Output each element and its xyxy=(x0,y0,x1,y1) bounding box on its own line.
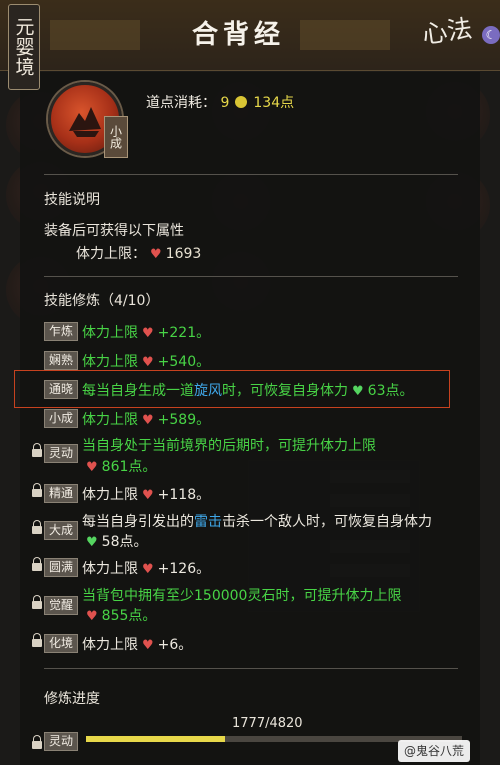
lock-icon xyxy=(32,443,42,457)
heart-icon: ♥ xyxy=(142,326,154,341)
progress-fill xyxy=(86,736,225,742)
header-decoration xyxy=(300,20,390,50)
effect-text: 每当自身生成一道 xyxy=(82,383,194,399)
effect-text: 体力上限 xyxy=(82,354,138,370)
stat-value: 1693 xyxy=(165,246,202,262)
description-lead: 装备后可获得以下属性 xyxy=(44,223,184,239)
level-tag: 化境 xyxy=(44,634,78,653)
effect-value: +126。 xyxy=(157,561,211,577)
divider xyxy=(44,276,458,277)
effect-keyword: 雷击 xyxy=(194,514,222,530)
level-effect-value: ♥ 861点。 xyxy=(82,456,156,476)
effect-value: 855点。 xyxy=(101,608,157,624)
heart-icon: ♥ xyxy=(86,609,98,624)
level-effect: 体力上限 ♥ +126。 xyxy=(82,558,210,578)
level-effect: 当自身处于当前境界的后期时，可提升体力上限 xyxy=(82,438,376,454)
heart-icon: ♥ xyxy=(142,355,154,370)
divider xyxy=(44,668,458,669)
level-effect: 体力上限 ♥ +118。 xyxy=(82,484,210,504)
level-effect: 当背包中拥有至少150000灵石时，可提升体力上限 xyxy=(82,588,402,604)
level-tag: 乍炼 xyxy=(44,322,78,341)
level-tag: 灵动 xyxy=(44,444,78,463)
effect-text: 每当自身引发出的 xyxy=(82,514,194,530)
level-tag: 大成 xyxy=(44,521,78,540)
heart-icon: ♥ xyxy=(142,638,154,653)
brand-calligraphy: 心法 xyxy=(420,13,474,50)
realm-tag: 元婴境 xyxy=(8,4,40,90)
level-tag: 圆满 xyxy=(44,558,78,577)
level-tag: 娴熟 xyxy=(44,351,78,370)
heart-icon: ♥ xyxy=(86,535,98,550)
progress-title: 修炼进度 xyxy=(44,691,100,707)
level-effect-value: ♥ 855点。 xyxy=(82,605,156,625)
rank-badge: 小成 xyxy=(104,116,128,158)
heart-icon: ♥ xyxy=(352,384,364,399)
heart-icon: ♥ xyxy=(142,562,154,577)
lock-icon xyxy=(32,557,42,571)
level-effect: 体力上限 ♥ +540。 xyxy=(82,351,210,371)
effect-text: 体力上限 xyxy=(82,637,138,653)
level-tag: 觉醒 xyxy=(44,596,78,615)
level-tag: 通晓 xyxy=(44,380,78,399)
window-header: 合背经 心法 ☾ xyxy=(0,0,500,71)
effect-text: 体力上限 xyxy=(82,412,138,428)
cost-label: 道点消耗： xyxy=(146,95,216,111)
coin-value: 9 xyxy=(220,95,230,111)
effect-text: 体力上限 xyxy=(82,325,138,341)
heart-icon: ♥ xyxy=(150,247,162,262)
lock-icon xyxy=(32,735,42,749)
effect-keyword: 旋风 xyxy=(194,383,222,399)
lock-icon xyxy=(32,595,42,609)
heart-icon: ♥ xyxy=(142,488,154,503)
watermark: @鬼谷八荒 xyxy=(398,740,471,762)
level-effect: 每当自身引发出的雷击击杀一个敌人时，可恢复自身体力 xyxy=(82,511,432,531)
effect-value: +221。 xyxy=(157,325,211,341)
effect-value: +118。 xyxy=(157,487,211,503)
level-tag: 小成 xyxy=(44,409,78,428)
header-decoration xyxy=(50,20,140,50)
divider xyxy=(44,174,458,175)
effect-value: +6。 xyxy=(157,637,193,653)
level-effect: 体力上限 ♥ +589。 xyxy=(82,409,210,429)
effect-text: 时，可恢复自身体力 xyxy=(222,383,348,399)
heart-icon: ♥ xyxy=(142,413,154,428)
heart-icon: ♥ xyxy=(86,460,98,475)
training-title: 技能修炼（4/10） xyxy=(44,293,160,309)
moon-icon[interactable]: ☾ xyxy=(482,26,500,44)
level-effect: 体力上限 ♥ +6。 xyxy=(82,634,192,654)
lock-icon xyxy=(32,633,42,647)
lock-icon xyxy=(32,520,42,534)
effect-value: 861点。 xyxy=(101,459,157,475)
effect-text: 体力上限 xyxy=(82,561,138,577)
page-title: 合背经 xyxy=(192,20,286,50)
stat-label: 体力上限： xyxy=(76,246,146,262)
effect-value: +589。 xyxy=(157,412,211,428)
level-effect: 每当自身生成一道旋风时，可恢复自身体力 ♥ 63点。 xyxy=(82,380,413,400)
description-title: 技能说明 xyxy=(44,192,100,208)
level-tag: 精通 xyxy=(44,484,78,503)
progress-count: 1777/4820 xyxy=(232,716,303,731)
effect-value: 58点。 xyxy=(101,534,148,550)
lock-icon xyxy=(32,483,42,497)
level-effect: 体力上限 ♥ +221。 xyxy=(82,322,210,342)
description-stat: 体力上限： ♥ 1693 xyxy=(76,243,201,263)
effect-text: 体力上限 xyxy=(82,487,138,503)
effect-text: 击杀一个敌人时，可恢复自身体力 xyxy=(222,514,432,530)
level-effect-value: ♥ 58点。 xyxy=(82,531,147,551)
effect-value: +540。 xyxy=(157,354,211,370)
points-value: 134点 xyxy=(253,95,295,111)
effect-value: 63点。 xyxy=(367,383,414,399)
coin-icon xyxy=(235,96,248,108)
next-level-tag: 灵动 xyxy=(44,732,78,751)
cost-line: 道点消耗： 9 134点 xyxy=(146,92,294,112)
